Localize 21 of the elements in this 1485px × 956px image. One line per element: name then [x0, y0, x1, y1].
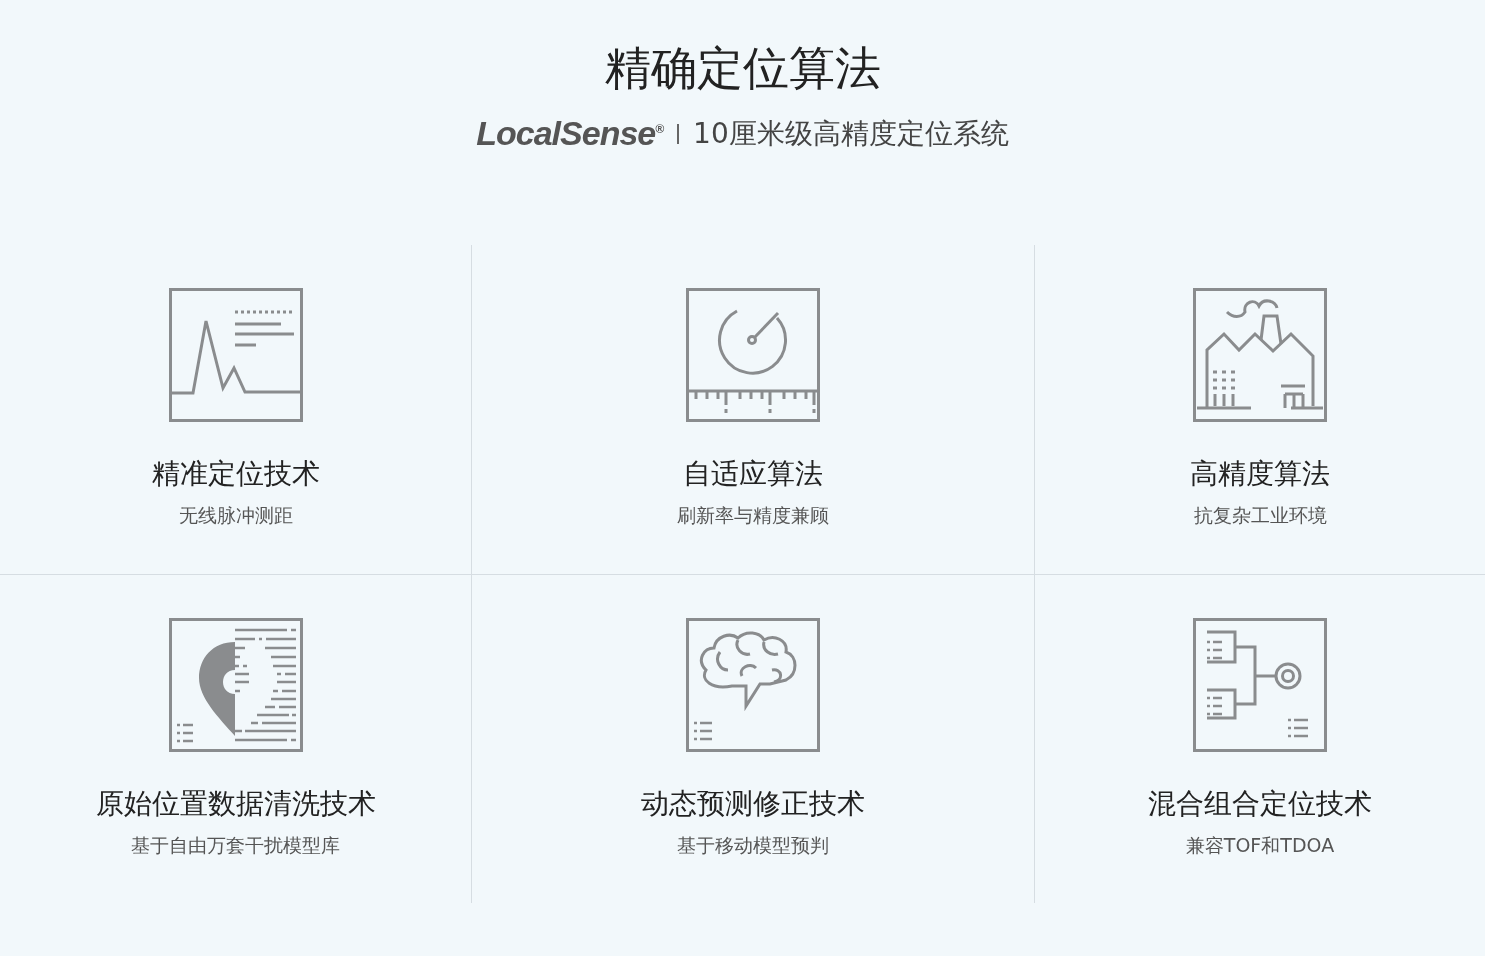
page-title: 精确定位算法 — [604, 40, 881, 97]
gauge-icon — [686, 288, 820, 422]
feature-description: 基于移动模型预判 — [677, 833, 829, 858]
feature-title: 高精度算法 — [1190, 456, 1330, 492]
feature-title: 混合组合定位技术 — [1148, 786, 1372, 822]
feature-title: 原始位置数据清洗技术 — [95, 786, 376, 822]
tree-icon — [1193, 618, 1327, 752]
feature-description: 抗复杂工业环境 — [1193, 503, 1327, 528]
feature-description: 兼容TOF和TDOA — [1185, 833, 1335, 858]
subtitle: 10厘米级高精度定位系统 — [693, 115, 1009, 152]
brand-logo: LocalSense$^{®}$ — [476, 114, 664, 153]
feature-title: 自适应算法 — [683, 456, 823, 492]
brain-icon — [686, 618, 820, 752]
feature-description: 无线脉冲测距 — [178, 503, 293, 528]
factory-icon — [1193, 288, 1327, 422]
feature-description: 基于自由万套干扰模型库 — [131, 833, 340, 858]
pin-icon — [168, 618, 303, 752]
feature-title: 动态预测修正技术 — [641, 786, 865, 822]
feature-description: 刷新率与精度兼顾 — [677, 503, 829, 528]
feature-title: 精准定位技术 — [151, 456, 320, 492]
chart-icon — [168, 288, 303, 422]
